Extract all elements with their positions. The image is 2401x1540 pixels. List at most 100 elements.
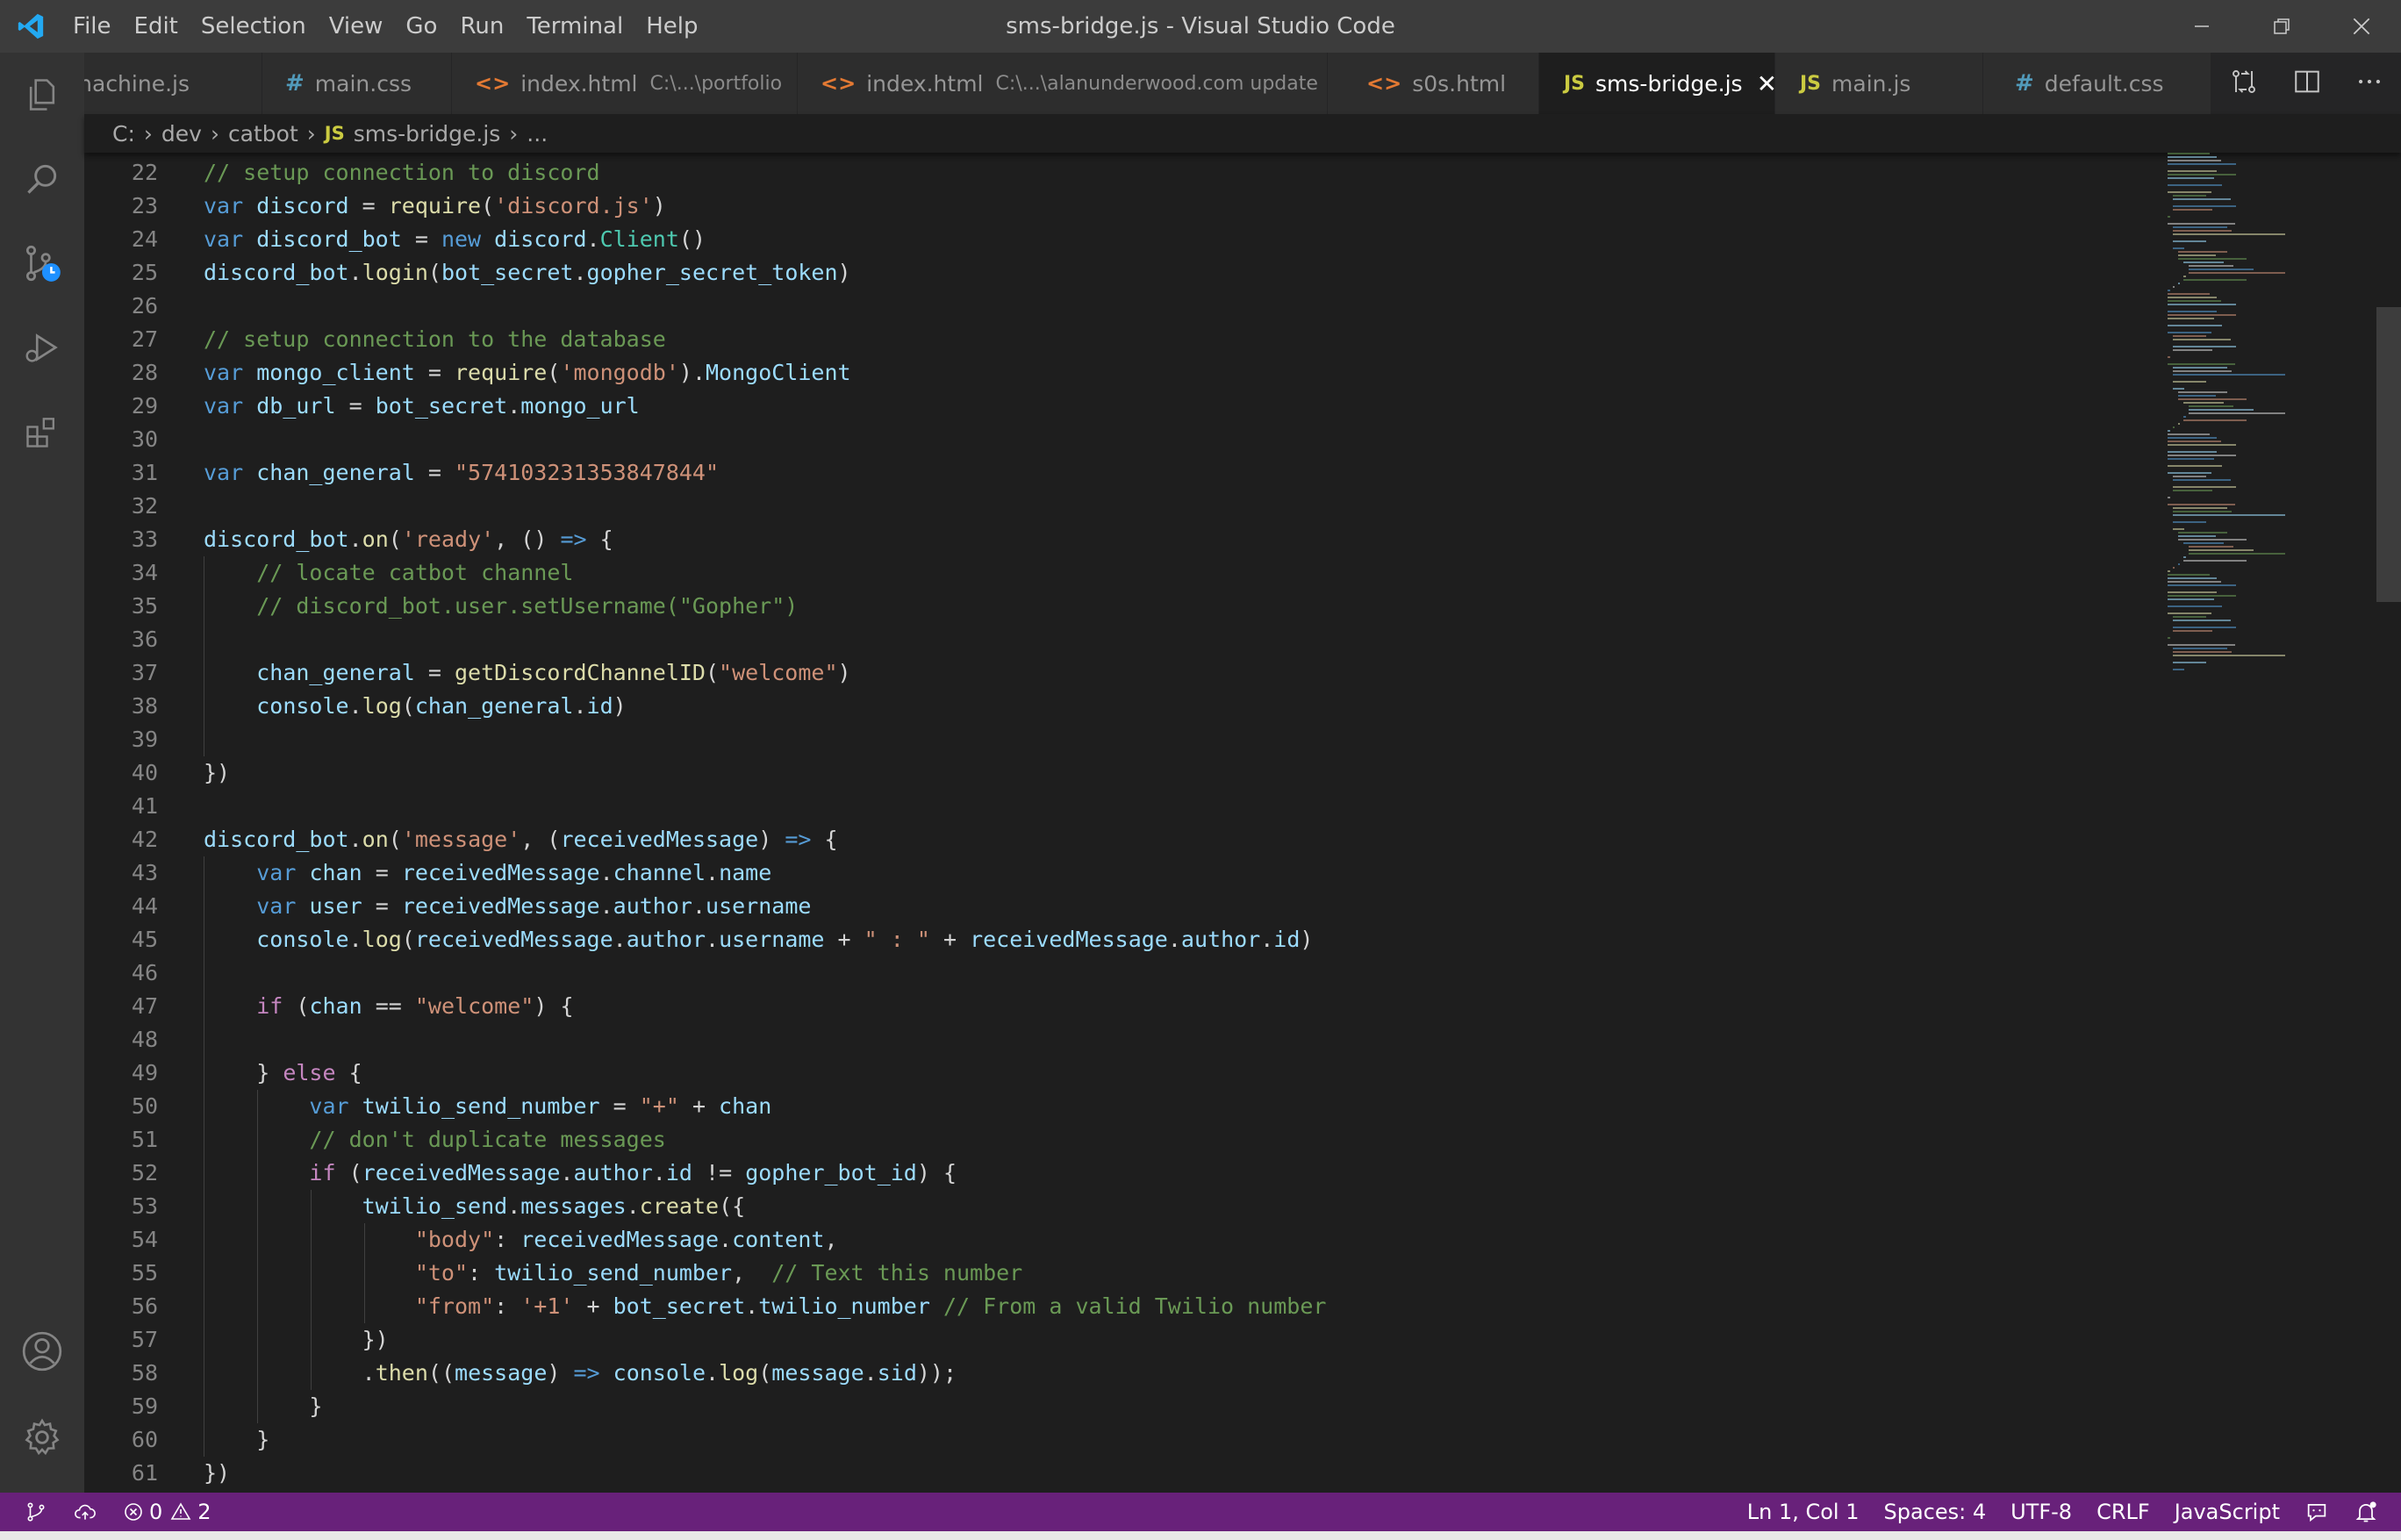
- manage-button[interactable]: [0, 1395, 84, 1479]
- breadcrumb-item[interactable]: C:: [112, 121, 135, 147]
- branch-status[interactable]: [0, 1493, 60, 1531]
- tab-machine-js[interactable]: machine.js: [84, 53, 262, 114]
- code-line[interactable]: 40}): [84, 756, 2103, 790]
- code-line[interactable]: 55 "to": twilio_send_number, // Text thi…: [84, 1257, 2103, 1290]
- code-line[interactable]: 59 }: [84, 1390, 2103, 1423]
- code-line[interactable]: 39: [84, 723, 2103, 756]
- sync-status[interactable]: [60, 1493, 111, 1531]
- language-mode[interactable]: JavaScript: [2162, 1493, 2292, 1531]
- title-bar: File Edit Selection View Go Run Terminal…: [0, 0, 2401, 53]
- code-line[interactable]: 58 .then((message) => console.log(messag…: [84, 1357, 2103, 1390]
- code-line[interactable]: 38 console.log(chan_general.id): [84, 690, 2103, 723]
- breadcrumb-item[interactable]: dev: [161, 121, 202, 147]
- menu-terminal[interactable]: Terminal: [515, 0, 634, 53]
- breadcrumb-file[interactable]: sms-bridge.js: [354, 121, 501, 147]
- more-actions-button[interactable]: [2354, 67, 2384, 100]
- code-line[interactable]: 41: [84, 790, 2103, 823]
- menu-selection[interactable]: Selection: [190, 0, 318, 53]
- code-line[interactable]: 48: [84, 1023, 2103, 1057]
- tab-default-css[interactable]: # default.css: [1983, 53, 2211, 114]
- code-line[interactable]: 57 }): [84, 1323, 2103, 1357]
- css-file-icon: #: [2015, 70, 2034, 97]
- tab-main-js[interactable]: JS main.js: [1775, 53, 1983, 114]
- code-line[interactable]: 46: [84, 956, 2103, 990]
- code-line[interactable]: 27 // setup connection to the database: [84, 323, 2103, 356]
- minimap-line: [2178, 539, 2247, 541]
- minimize-button[interactable]: [2161, 0, 2241, 53]
- menu-help[interactable]: Help: [634, 0, 709, 53]
- code-line[interactable]: 34 // locate catbot channel: [84, 556, 2103, 590]
- editor-scrollbar[interactable]: [2376, 307, 2401, 602]
- minimap-line: [2173, 630, 2212, 632]
- code-line[interactable]: 25 discord_bot.login(bot_secret.gopher_se…: [84, 256, 2103, 290]
- source-control-button[interactable]: [0, 221, 84, 305]
- minimap-line: [2173, 627, 2236, 628]
- breadcrumb-symbols[interactable]: ...: [527, 121, 548, 147]
- code-line[interactable]: 52 if (receivedMessage.author.id != goph…: [84, 1157, 2103, 1190]
- code-line[interactable]: 53 twilio_send.messages.create({: [84, 1190, 2103, 1223]
- code-line[interactable]: 42 discord_bot.on('message', (receivedMes…: [84, 823, 2103, 856]
- accounts-button[interactable]: [0, 1309, 84, 1393]
- tab-s0s-html[interactable]: <> s0s.html: [1328, 53, 1539, 114]
- code-line[interactable]: 43 var chan = receivedMessage.channel.na…: [84, 856, 2103, 890]
- code-line[interactable]: 31 var chan_general = "574103231353847844…: [84, 456, 2103, 490]
- end-of-line[interactable]: CRLF: [2084, 1493, 2162, 1531]
- open-changes-button[interactable]: [2228, 66, 2260, 101]
- menu-go[interactable]: Go: [394, 0, 448, 53]
- search-button[interactable]: [0, 137, 84, 221]
- split-editor-button[interactable]: [2292, 67, 2322, 100]
- breadcrumb-item[interactable]: catbot: [228, 121, 298, 147]
- minimap-line: [2173, 486, 2236, 488]
- code-line[interactable]: 35 // discord_bot.user.setUsername("Goph…: [84, 590, 2103, 623]
- code-line[interactable]: 30: [84, 423, 2103, 456]
- line-code: var chan_general = "574103231353847844": [204, 460, 720, 485]
- code-line[interactable]: 37 chan_general = getDiscordChannelID("w…: [84, 656, 2103, 690]
- code-line[interactable]: 49 } else {: [84, 1057, 2103, 1090]
- menu-run[interactable]: Run: [448, 0, 515, 53]
- run-debug-button[interactable]: [0, 305, 84, 390]
- encoding[interactable]: UTF-8: [1998, 1493, 2084, 1531]
- code-line[interactable]: 36: [84, 623, 2103, 656]
- code-line[interactable]: 24 var discord_bot = new discord.Client(): [84, 223, 2103, 256]
- code-line[interactable]: 51 // don't duplicate messages: [84, 1123, 2103, 1157]
- code-line[interactable]: 33 discord_bot.on('ready', () => {: [84, 523, 2103, 556]
- code-line[interactable]: 26: [84, 290, 2103, 323]
- tab-index-html-alanunderwood[interactable]: <> index.html C:\...\alanunderwood.com u…: [798, 53, 1328, 114]
- notifications-button[interactable]: [2341, 1493, 2401, 1531]
- code-line[interactable]: 29 var db_url = bot_secret.mongo_url: [84, 390, 2103, 423]
- code-line[interactable]: 44 var user = receivedMessage.author.use…: [84, 890, 2103, 923]
- feedback-button[interactable]: [2292, 1493, 2341, 1531]
- minimap[interactable]: [2168, 153, 2378, 670]
- indentation[interactable]: Spaces: 4: [1871, 1493, 1998, 1531]
- code-line[interactable]: 23 var discord = require('discord.js'): [84, 190, 2103, 223]
- tab-sms-bridge-js[interactable]: JS sms-bridge.js ✕: [1539, 53, 1775, 114]
- extensions-button[interactable]: [0, 390, 84, 474]
- code-line[interactable]: 45 console.log(receivedMessage.author.us…: [84, 923, 2103, 956]
- code-line[interactable]: 28 var mongo_client = require('mongodb').…: [84, 356, 2103, 390]
- cursor-position[interactable]: Ln 1, Col 1: [1735, 1493, 1872, 1531]
- code-line[interactable]: 22 // setup connection to discord: [84, 156, 2103, 190]
- tab-index-html-portfolio[interactable]: <> index.html C:\...\portfolio: [452, 53, 798, 114]
- close-tab-icon[interactable]: ✕: [1757, 69, 1774, 98]
- error-count: 0: [149, 1500, 163, 1524]
- code-line[interactable]: 60 }: [84, 1423, 2103, 1457]
- code-line[interactable]: 47 if (chan == "welcome") {: [84, 990, 2103, 1023]
- line-number: 42: [131, 827, 158, 852]
- code-line[interactable]: 54 "body": receivedMessage.content,: [84, 1223, 2103, 1257]
- menu-file[interactable]: File: [61, 0, 123, 53]
- close-window-button[interactable]: [2321, 0, 2401, 53]
- minimap-line: [2183, 560, 2247, 562]
- code-line[interactable]: 32: [84, 490, 2103, 523]
- code-line[interactable]: 56 "from": '+1' + bot_secret.twilio_numb…: [84, 1290, 2103, 1323]
- problems-status[interactable]: 0 2: [111, 1493, 224, 1531]
- code-line[interactable]: 50 var twilio_send_number = "+" + chan: [84, 1090, 2103, 1123]
- restore-button[interactable]: [2241, 0, 2321, 53]
- menu-view[interactable]: View: [318, 0, 395, 53]
- tab-main-css[interactable]: # main.css: [262, 53, 452, 114]
- menu-edit[interactable]: Edit: [123, 0, 190, 53]
- code-editor[interactable]: 22 // setup connection to discord 23 var di…: [84, 153, 2401, 1493]
- line-number: 39: [131, 727, 158, 752]
- line-number: 24: [131, 226, 158, 252]
- explorer-button[interactable]: [0, 53, 84, 137]
- code-line[interactable]: 61}): [84, 1457, 2103, 1490]
